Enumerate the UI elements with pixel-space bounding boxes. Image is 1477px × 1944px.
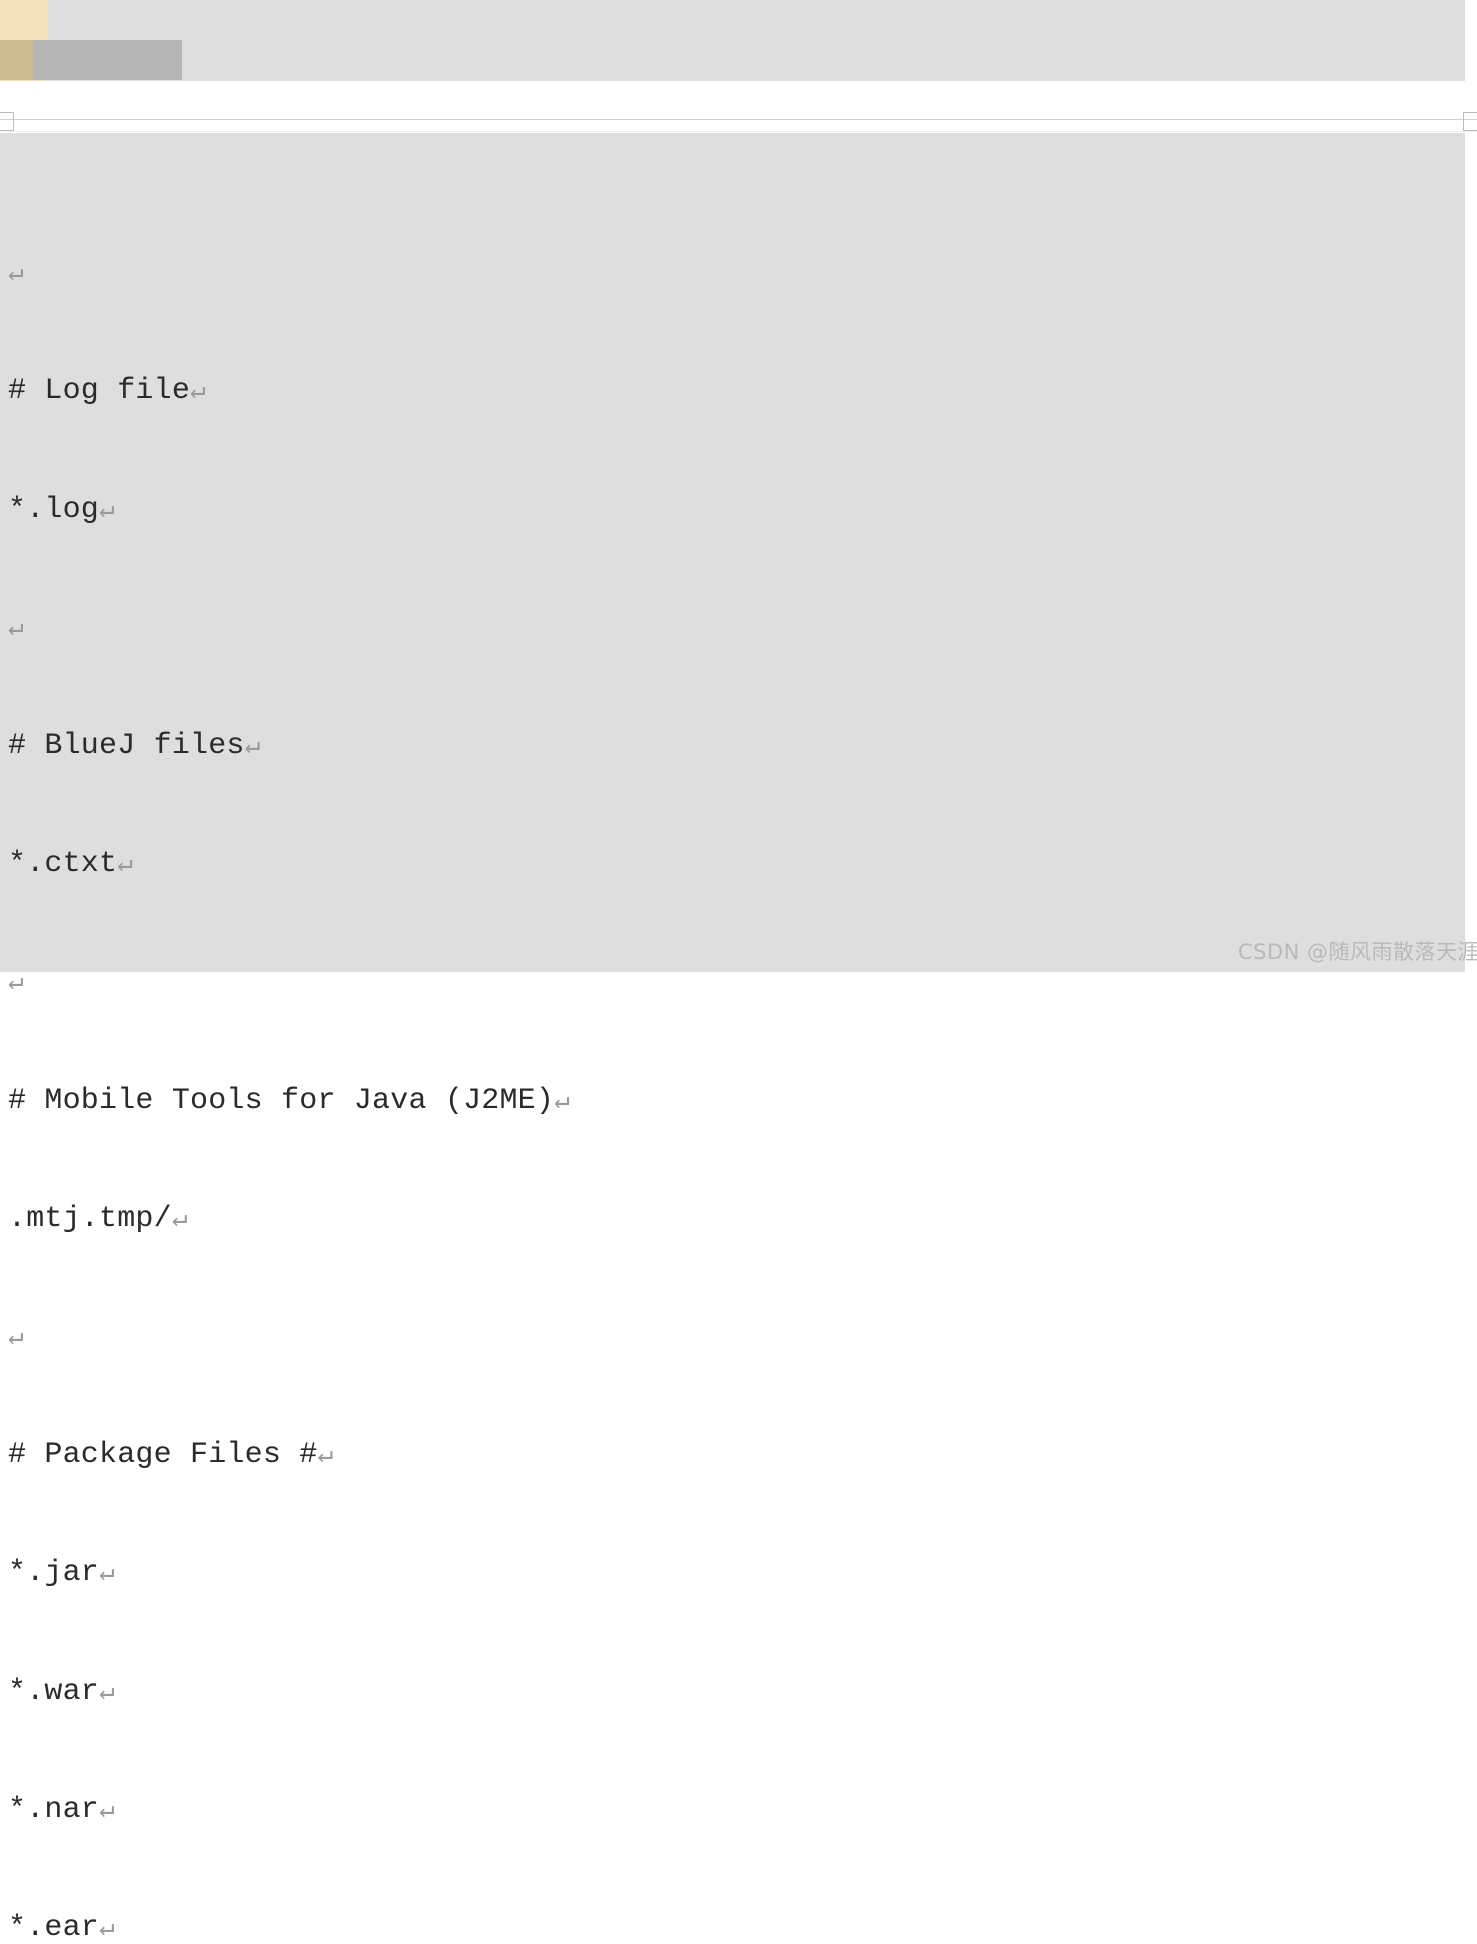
line-text: # BlueJ files bbox=[8, 729, 245, 764]
text-line[interactable]: *.ctxt↵ bbox=[8, 845, 1463, 884]
text-line[interactable]: *.war↵ bbox=[8, 1673, 1463, 1712]
pilcrow-icon: ↵ bbox=[171, 1203, 188, 1234]
pilcrow-icon: ↵ bbox=[99, 494, 115, 525]
text-line[interactable]: *.jar↵ bbox=[8, 1554, 1463, 1593]
text-line[interactable]: # Package Files #↵ bbox=[8, 1436, 1463, 1475]
csdn-watermark: CSDN @随风雨散落天涯 bbox=[1238, 940, 1477, 964]
text-line[interactable]: # Mobile Tools for Java (J2ME)↵ bbox=[8, 1082, 1463, 1121]
text-line[interactable]: # BlueJ files↵ bbox=[8, 727, 1463, 766]
line-text: *.jar bbox=[8, 1556, 100, 1591]
pilcrow-icon: ↵ bbox=[99, 1913, 115, 1944]
page-break-gutter bbox=[0, 81, 1477, 133]
line-text: *.war bbox=[8, 1674, 100, 1709]
page-break-rule-top bbox=[0, 119, 1477, 120]
pilcrow-icon: ↵ bbox=[8, 612, 24, 643]
text-line[interactable]: .mtj.tmp/↵ bbox=[8, 1200, 1463, 1239]
document-text-page-bottom[interactable]: ↵ # Log file↵ *.log↵ ↵ # BlueJ files↵ *.… bbox=[8, 136, 1463, 1944]
pilcrow-icon: ↵ bbox=[317, 1440, 334, 1471]
pilcrow-icon: ↵ bbox=[99, 1558, 115, 1589]
line-text: *.log bbox=[8, 492, 100, 527]
pilcrow-icon: ↵ bbox=[117, 849, 134, 880]
line-text: # Mobile Tools for Java (J2ME) bbox=[8, 1083, 555, 1118]
text-line[interactable]: ↵ bbox=[8, 963, 1463, 1002]
line-text: *.ctxt bbox=[8, 847, 118, 882]
text-line[interactable]: *.nar↵ bbox=[8, 1791, 1463, 1830]
text-line[interactable]: # Log file↵ bbox=[8, 372, 1463, 411]
text-line[interactable]: ↵ bbox=[8, 609, 1463, 648]
line-text: # Log file bbox=[8, 374, 191, 409]
line-text: # Package Files # bbox=[8, 1438, 318, 1473]
pilcrow-icon: ↵ bbox=[244, 731, 261, 762]
pilcrow-icon: ↵ bbox=[190, 376, 206, 407]
text-line[interactable]: *.log↵ bbox=[8, 491, 1463, 530]
pilcrow-icon: ↵ bbox=[99, 1794, 115, 1825]
line-text: *.ear bbox=[8, 1911, 100, 1944]
pilcrow-icon: ↵ bbox=[99, 1676, 115, 1707]
margin-mark-right-icon bbox=[1463, 112, 1477, 131]
text-line[interactable]: ↵ bbox=[8, 254, 1463, 293]
pilcrow-icon: ↵ bbox=[554, 1085, 570, 1116]
page-break-rule-bottom bbox=[0, 131, 1477, 132]
pilcrow-icon: ↵ bbox=[8, 258, 24, 289]
text-line[interactable]: *.ear↵ bbox=[8, 1909, 1463, 1944]
line-text: .mtj.tmp/ bbox=[8, 1201, 172, 1236]
line-text: *.nar bbox=[8, 1792, 100, 1827]
pilcrow-icon: ↵ bbox=[8, 1322, 24, 1353]
text-line[interactable]: ↵ bbox=[8, 1318, 1463, 1357]
margin-mark-left-icon bbox=[0, 112, 14, 131]
